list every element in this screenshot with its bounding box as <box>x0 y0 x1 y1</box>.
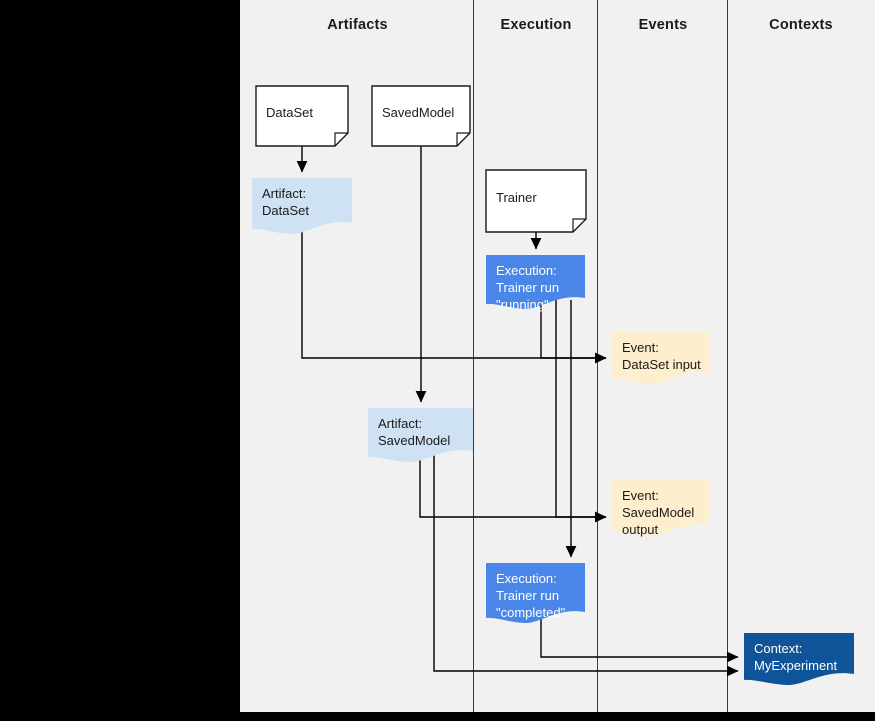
node-label-execution-running: Execution: Trainer run "running" <box>496 263 560 312</box>
node-label-artifact-savedmodel: Artifact: SavedModel <box>378 416 451 448</box>
diagram-canvas: Artifacts Execution Events Contexts DataSet… <box>0 0 875 721</box>
node-label-event-dataset-input: Event: DataSet input <box>622 340 701 372</box>
node-label-doc-dataset: DataSet <box>266 104 313 120</box>
node-label-execution-completed: Execution: Trainer run "completed" <box>496 571 566 620</box>
node-label-doc-savedmodel: SavedModel <box>382 104 455 120</box>
node-label-artifact-dataset: Artifact: DataSet <box>262 186 309 218</box>
node-label-context-myexperiment: Context: MyExperiment <box>754 641 838 673</box>
node-label-event-savedmodel-output: Event: SavedModel output <box>622 488 695 537</box>
node-label-doc-trainer: Trainer <box>496 189 537 205</box>
